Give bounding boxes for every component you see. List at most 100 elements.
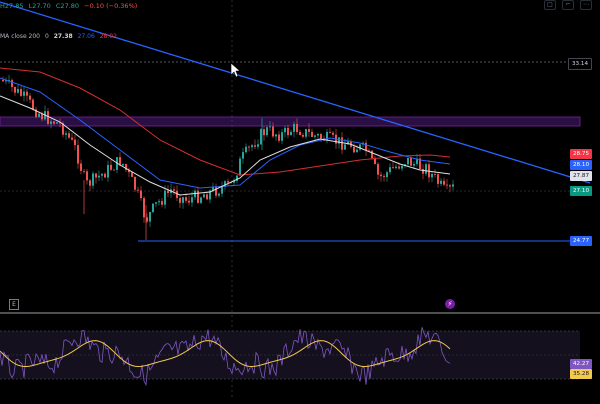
candle-body bbox=[38, 113, 40, 117]
candle-body bbox=[239, 158, 241, 176]
candle-body bbox=[101, 173, 103, 176]
ohlc-close: C27.80 bbox=[55, 2, 80, 10]
candle-body bbox=[308, 129, 310, 132]
candle-body bbox=[173, 189, 175, 191]
candle-body bbox=[77, 145, 79, 164]
candle-body bbox=[401, 165, 403, 169]
ohlc-low: L27.70 bbox=[28, 2, 51, 10]
candle-body bbox=[50, 121, 52, 124]
candle-body bbox=[425, 164, 427, 174]
candle-body bbox=[140, 190, 142, 199]
candle-body bbox=[89, 180, 91, 186]
candle-body bbox=[134, 176, 136, 190]
ma-value-white: 27.38 bbox=[53, 33, 73, 40]
candle-body bbox=[278, 134, 280, 141]
candle-body bbox=[14, 87, 16, 93]
candle-body bbox=[179, 198, 181, 203]
candle-body bbox=[53, 121, 55, 124]
price-tag-last: 27.10 bbox=[569, 186, 592, 196]
candle-body bbox=[110, 164, 112, 170]
candle-body bbox=[188, 200, 190, 203]
candle-body bbox=[32, 99, 34, 110]
ma-legend[interactable]: MA close 200 0 27.38 27.06 28.02 bbox=[0, 32, 117, 42]
candle-body bbox=[137, 189, 139, 191]
event-e-icon[interactable]: E bbox=[9, 299, 19, 310]
candle-body bbox=[377, 163, 379, 175]
price-tag-blue-ma: 28.10 bbox=[569, 160, 592, 170]
candle-body bbox=[92, 173, 94, 186]
candle-body bbox=[158, 201, 160, 203]
candle-body bbox=[440, 180, 442, 184]
ma-value-red: 28.02 bbox=[99, 33, 117, 40]
candle-body bbox=[200, 197, 202, 203]
candle-body bbox=[41, 113, 43, 120]
candle-body bbox=[290, 131, 292, 136]
candle-body bbox=[161, 201, 163, 205]
price-chart[interactable] bbox=[0, 0, 600, 400]
candle-body bbox=[443, 180, 445, 185]
candle-body bbox=[152, 203, 154, 213]
candle-body bbox=[422, 169, 424, 174]
ma-legend-zero: 0 bbox=[44, 33, 49, 40]
candle-body bbox=[449, 185, 451, 187]
osc-tag-purple: 42.27 bbox=[569, 359, 592, 369]
candle-body bbox=[341, 137, 343, 150]
candle-body bbox=[155, 202, 157, 204]
candle-body bbox=[407, 157, 409, 165]
candle-body bbox=[314, 135, 316, 137]
price-tag-top-line: 33.14 bbox=[567, 58, 592, 70]
candle-body bbox=[68, 133, 70, 138]
candle-body bbox=[95, 173, 97, 178]
candle-body bbox=[296, 123, 298, 133]
candle-body bbox=[266, 127, 268, 136]
ohlc-change: −0.10 (−0.36%) bbox=[84, 2, 138, 10]
candle-body bbox=[269, 126, 271, 128]
candle-body bbox=[113, 169, 115, 171]
candle-body bbox=[365, 142, 367, 151]
candle-body bbox=[221, 186, 223, 194]
candle-body bbox=[353, 146, 355, 153]
candle-body bbox=[371, 150, 373, 158]
candle-body bbox=[287, 127, 289, 136]
candle-body bbox=[191, 197, 193, 203]
lightning-bolt-icon[interactable]: ⚡ bbox=[445, 299, 455, 309]
candle-body bbox=[203, 194, 205, 198]
candle-body bbox=[164, 190, 166, 205]
candle-body bbox=[26, 91, 28, 96]
candle-body bbox=[281, 132, 283, 141]
price-tag-red-ma: 28.75 bbox=[569, 149, 592, 159]
candle-body bbox=[356, 149, 358, 153]
candle-body bbox=[257, 144, 259, 147]
candle-body bbox=[11, 80, 13, 88]
candle-body bbox=[395, 166, 397, 169]
candle-body bbox=[185, 197, 187, 201]
candle-body bbox=[431, 173, 433, 178]
candle-body bbox=[227, 181, 229, 183]
price-tag-white-ma: 27.87 bbox=[569, 171, 592, 181]
candle-body bbox=[380, 174, 382, 177]
candle-body bbox=[299, 132, 301, 135]
ma-legend-name: MA close 200 bbox=[0, 33, 41, 40]
candle-body bbox=[386, 172, 388, 178]
candle-body bbox=[23, 91, 25, 96]
candle-body bbox=[263, 129, 265, 136]
candle-body bbox=[293, 123, 295, 132]
chart-stage[interactable] bbox=[0, 0, 600, 400]
square-icon[interactable]: □ bbox=[544, 0, 556, 10]
candle-body bbox=[329, 132, 331, 133]
dots-icon[interactable]: ⋯ bbox=[580, 0, 592, 10]
candle-body bbox=[107, 164, 109, 178]
bracket-icon[interactable]: ⌐ bbox=[562, 0, 574, 10]
candle-body bbox=[74, 139, 76, 146]
candle-body bbox=[65, 133, 67, 135]
candle-body bbox=[392, 167, 394, 169]
candle-body bbox=[167, 190, 169, 193]
candle-body bbox=[398, 166, 400, 169]
candle-body bbox=[2, 80, 4, 82]
candle-body bbox=[104, 173, 106, 178]
candle-body bbox=[284, 127, 286, 133]
candle-body bbox=[254, 145, 256, 147]
candle-body bbox=[410, 157, 412, 166]
candle-body bbox=[131, 172, 133, 177]
candle-body bbox=[344, 144, 346, 150]
